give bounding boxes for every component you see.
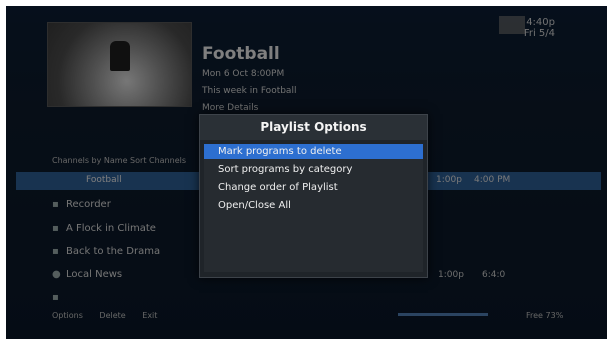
delete-button[interactable]: Delete xyxy=(99,311,125,320)
program-meta-line1: Mon 6 Oct 8:00PM xyxy=(202,69,285,79)
program-title: Football xyxy=(202,44,280,64)
footer-options[interactable]: Options xyxy=(52,311,83,320)
dot-icon: ● xyxy=(52,269,61,280)
list-item[interactable]: ▪ Recorder xyxy=(52,199,111,210)
clock-date: Fri 5/4 xyxy=(523,28,555,39)
disk-usage-bar xyxy=(398,313,488,316)
selected-row-label: Football xyxy=(86,175,122,185)
playlist-options-dialog: Playlist Options Mark programs to delete… xyxy=(199,114,428,278)
list-item[interactable]: ▪ xyxy=(52,292,66,303)
option-open-close-all[interactable]: Open/Close All xyxy=(204,198,423,213)
list-item-label: Back to the Drama xyxy=(66,246,161,257)
list-item-label: Recorder xyxy=(66,199,111,210)
list-item-time: 1:00p xyxy=(438,270,464,280)
footer-bar: Options Delete Exit xyxy=(52,311,157,320)
option-sort-category[interactable]: Sort programs by category xyxy=(204,162,423,177)
clock-time: 4:40p xyxy=(526,17,555,28)
program-meta-line3: More Details xyxy=(202,103,259,113)
list-item[interactable]: ▪ Back to the Drama xyxy=(52,246,160,257)
disk-free: Free 73% xyxy=(526,311,564,320)
program-thumbnail xyxy=(47,22,192,107)
dialog-title: Playlist Options xyxy=(200,115,427,140)
selected-row-end: 4:00 PM xyxy=(474,175,511,185)
program-meta-line2: This week in Football xyxy=(202,86,297,96)
clock-icon xyxy=(499,16,525,34)
list-item[interactable]: ▪ A Flock in Climate xyxy=(52,223,156,234)
sort-label: Channels by Name Sort Channels xyxy=(52,156,187,165)
tv-icon: ▪ xyxy=(52,292,59,303)
tv-icon: ▪ xyxy=(52,246,59,257)
tv-icon: ▪ xyxy=(52,199,59,210)
tv-icon: ▪ xyxy=(52,223,59,234)
tv-frame: Football Mon 6 Oct 8:00PM This week in F… xyxy=(0,0,613,345)
list-item[interactable]: ● Local News xyxy=(52,269,122,280)
option-change-order[interactable]: Change order of Playlist xyxy=(204,180,423,195)
player-figure xyxy=(110,41,130,71)
dialog-options-list: Mark programs to delete Sort programs by… xyxy=(204,144,423,272)
exit-button[interactable]: Exit xyxy=(142,311,157,320)
list-item-duration: 6:4:0 xyxy=(482,270,506,280)
clock: 4:40p Fri 5/4 xyxy=(524,17,555,39)
list-item-label: Local News xyxy=(66,269,123,280)
selected-row-time: 1:00p xyxy=(436,175,462,185)
list-item-label: A Flock in Climate xyxy=(66,223,156,234)
option-mark-delete[interactable]: Mark programs to delete xyxy=(204,144,423,159)
